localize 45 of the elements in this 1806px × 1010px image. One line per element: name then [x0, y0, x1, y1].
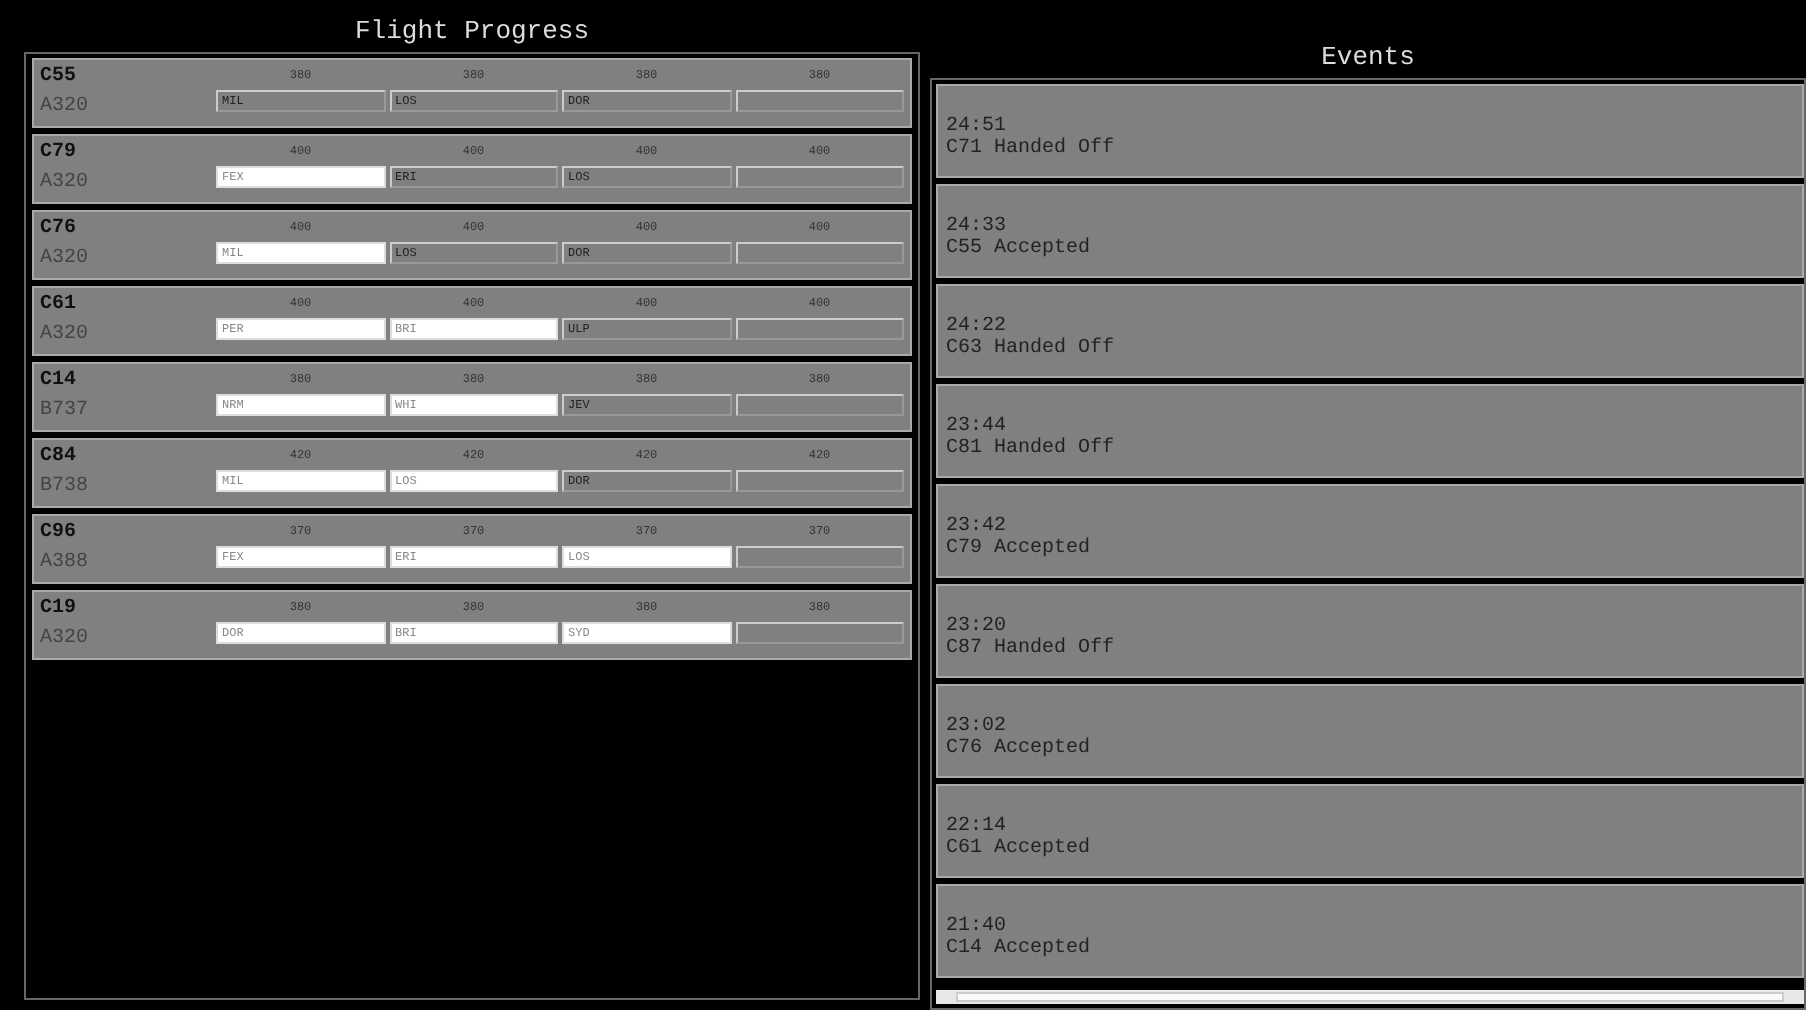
horizontal-scrollbar[interactable]	[936, 990, 1804, 1004]
aircraft-type: A320	[40, 94, 91, 122]
event-time: 24:22	[946, 316, 1007, 338]
callsign: C96	[40, 520, 79, 548]
event-text: C81 Handed Off	[946, 438, 1117, 460]
event-time: 24:51	[946, 116, 1007, 138]
callsign: C61	[40, 292, 79, 320]
aircraft-type: A320	[40, 322, 91, 350]
aircraft-type: A388	[40, 550, 91, 578]
panel-title: Flight Progress	[352, 14, 592, 50]
event-text: C63 Handed Off	[946, 338, 1117, 360]
fix-field[interactable]	[735, 90, 904, 112]
event-time: 23:44	[946, 416, 1007, 438]
event-text: C87 Handed Off	[946, 638, 1117, 660]
event-time: 21:40	[946, 916, 1007, 938]
callsign: C19	[40, 596, 79, 624]
fix-field[interactable]	[735, 622, 904, 644]
aircraft-type: A320	[40, 170, 91, 198]
callsign: C76	[40, 216, 79, 244]
event-time: 22:14	[946, 816, 1007, 838]
event-time: 24:33	[946, 216, 1007, 238]
event-text: C71 Handed Off	[946, 138, 1117, 160]
aircraft-type: A320	[40, 626, 91, 654]
event-time: 23:20	[946, 616, 1007, 638]
event-text: C14 Accepted	[946, 938, 1093, 960]
event-text: C55 Accepted	[946, 238, 1093, 260]
aircraft-type: A320	[40, 246, 91, 274]
fix-field[interactable]	[735, 318, 904, 340]
event-time: 23:42	[946, 516, 1007, 538]
aircraft-type: B737	[40, 398, 91, 426]
event-text: C61 Accepted	[946, 838, 1093, 860]
fix-field[interactable]	[735, 470, 904, 492]
callsign: C14	[40, 368, 79, 396]
callsign: C79	[40, 140, 79, 168]
fix-field[interactable]	[735, 242, 904, 264]
event-text: C76 Accepted	[946, 738, 1093, 760]
event-time: 23:02	[946, 716, 1007, 738]
panel-title: Events	[1319, 40, 1417, 76]
aircraft-type: B738	[40, 474, 91, 502]
callsign: C55	[40, 64, 79, 92]
event-text: C79 Accepted	[946, 538, 1093, 560]
callsign: C84	[40, 444, 79, 472]
fix-field[interactable]	[735, 546, 904, 568]
fix-field[interactable]	[735, 394, 904, 416]
fix-field[interactable]	[735, 166, 904, 188]
